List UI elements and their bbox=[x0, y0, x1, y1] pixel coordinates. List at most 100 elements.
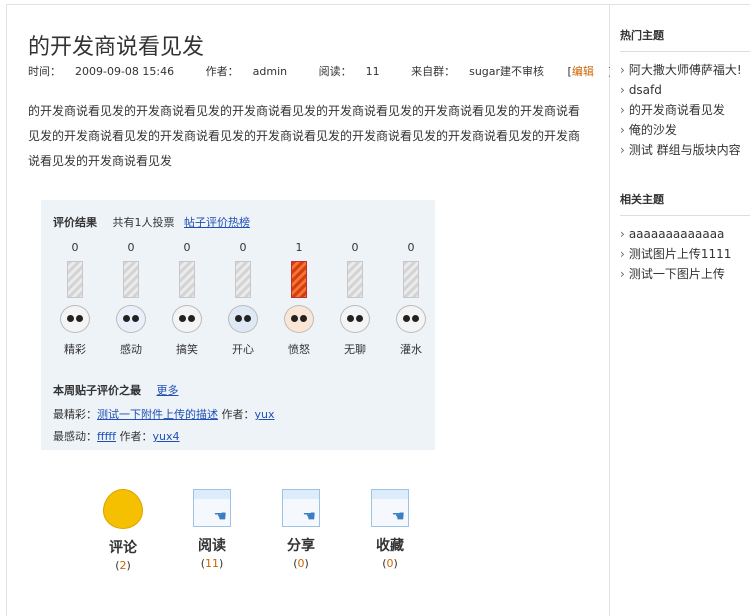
comment-bubble-icon[interactable] bbox=[103, 489, 143, 529]
weekly-best-title: 本周贴子评价之最 bbox=[53, 384, 141, 397]
rating-bar bbox=[347, 261, 363, 298]
rating-bar bbox=[67, 261, 83, 298]
rating-bar bbox=[179, 261, 195, 298]
action-label: 分享 bbox=[287, 538, 315, 554]
action-label: 评论 bbox=[109, 540, 137, 556]
rating-option[interactable]: 0 无聊 bbox=[337, 240, 373, 357]
topic-link[interactable]: › aaaaaaaaaaaaa bbox=[620, 224, 750, 244]
action-comment[interactable]: 评论 (2) bbox=[93, 489, 153, 572]
post-body: 的开发商说看见发的开发商说看见发的开发商说看见发的开发商说看见发的开发商说看见发… bbox=[28, 104, 581, 168]
rating-header: 评价结果 共有1人投票 帖子评价热榜 bbox=[53, 214, 250, 230]
topic-link[interactable]: › 测试一下图片上传 bbox=[620, 264, 750, 284]
best-touching-link[interactable]: fffff bbox=[97, 430, 116, 443]
best-exciting-row: 最精彩：测试一下附件上传的描述 作者：yux bbox=[53, 408, 275, 421]
action-count: (0) bbox=[382, 557, 398, 570]
rating-label: 无聊 bbox=[344, 343, 366, 356]
rating-count: 0 bbox=[407, 241, 415, 254]
hot-topics: 热门主题 › 阿大撒大师傅萨福大! › dsafd › 的开发商说看见发 › 俺的沙发 › 测试 … bbox=[620, 27, 750, 160]
read-icon[interactable]: ☚ bbox=[193, 489, 231, 527]
hot-ranking-link[interactable]: 帖子评价热榜 bbox=[184, 216, 250, 229]
topic-link[interactable]: › 的开发商说看见发 bbox=[620, 100, 750, 120]
pointer-hand-icon: ☚ bbox=[391, 507, 405, 525]
topic-link[interactable]: › 测试 群组与版块内容 bbox=[620, 140, 750, 160]
action-label: 收藏 bbox=[376, 538, 404, 554]
rating-count: 0 bbox=[239, 241, 247, 254]
rating-option[interactable]: 0 搞笑 bbox=[169, 240, 205, 357]
topic-link[interactable]: › 测试图片上传1111 bbox=[620, 244, 750, 264]
rating-label: 感动 bbox=[120, 343, 142, 356]
post-read-count: 阅读： 11 bbox=[318, 65, 380, 78]
divider bbox=[620, 215, 750, 216]
action-label: 阅读 bbox=[198, 538, 226, 554]
rating-option[interactable]: 1 愤怒 bbox=[281, 240, 317, 357]
rating-option[interactable]: 0 感动 bbox=[113, 240, 149, 357]
rating-bar bbox=[123, 261, 139, 298]
happy-face-icon[interactable] bbox=[228, 305, 258, 333]
post-panel: 的开发商说看见发 时间： 2009-09-08 15:46 作者： admin 阅读… bbox=[6, 4, 664, 616]
chevron-right-icon: › bbox=[620, 63, 625, 77]
weekly-best-header: 本周贴子评价之最 更多 bbox=[53, 382, 179, 398]
divider bbox=[620, 51, 750, 52]
rating-label: 开心 bbox=[232, 343, 254, 356]
sidebar: 热门主题 › 阿大撒大师傅萨福大! › dsafd › 的开发商说看见发 › 俺的沙发 › 测试 … bbox=[610, 4, 750, 616]
bored-face-icon[interactable] bbox=[340, 305, 370, 333]
action-count: (0) bbox=[293, 557, 309, 570]
angry-face-icon[interactable] bbox=[284, 305, 314, 333]
chevron-right-icon: › bbox=[620, 267, 625, 281]
excited-face-icon[interactable] bbox=[60, 305, 90, 333]
post-title: 的开发商说看见发 bbox=[28, 35, 205, 60]
rating-count: 0 bbox=[183, 241, 191, 254]
touched-face-icon[interactable] bbox=[116, 305, 146, 333]
rating-count: 0 bbox=[127, 241, 135, 254]
vote-summary: 共有1人投票 bbox=[112, 216, 175, 229]
related-topics-title: 相关主题 bbox=[620, 193, 664, 206]
pointer-hand-icon: ☚ bbox=[213, 507, 227, 525]
share-icon[interactable]: ☚ bbox=[282, 489, 320, 527]
topic-link[interactable]: › dsafd bbox=[620, 80, 750, 100]
funny-face-icon[interactable] bbox=[172, 305, 202, 333]
rating-title: 评价结果 bbox=[53, 216, 97, 229]
action-share[interactable]: ☚ 分享 (0) bbox=[271, 489, 331, 570]
action-count: (11) bbox=[200, 557, 224, 570]
rating-bar bbox=[235, 261, 251, 298]
more-link[interactable]: 更多 bbox=[157, 384, 179, 397]
chevron-right-icon: › bbox=[620, 247, 625, 261]
rating-count: 0 bbox=[351, 241, 359, 254]
rating-label: 愤怒 bbox=[288, 343, 310, 356]
favorite-icon[interactable]: ☚ bbox=[371, 489, 409, 527]
topic-link[interactable]: › 俺的沙发 bbox=[620, 120, 750, 140]
rating-label: 搞笑 bbox=[176, 343, 198, 356]
hot-topics-title: 热门主题 bbox=[620, 29, 664, 42]
action-count: (2) bbox=[115, 559, 131, 572]
best-touching-row: 最感动：fffff 作者：yux4 bbox=[53, 430, 180, 443]
action-read[interactable]: ☚ 阅读 (11) bbox=[182, 489, 242, 570]
rating-count: 1 bbox=[295, 241, 303, 254]
chevron-right-icon: › bbox=[620, 227, 625, 241]
post-author: 作者： admin bbox=[205, 65, 288, 78]
topic-link[interactable]: › 阿大撒大师傅萨福大! bbox=[620, 60, 750, 80]
edit-link[interactable]: [编辑] bbox=[568, 65, 613, 78]
chevron-right-icon: › bbox=[620, 123, 625, 137]
rating-option[interactable]: 0 精彩 bbox=[57, 240, 93, 357]
chevron-right-icon: › bbox=[620, 143, 625, 157]
rating-option[interactable]: 0 灌水 bbox=[393, 240, 429, 357]
rating-count: 0 bbox=[71, 241, 79, 254]
post-time: 时间： 2009-09-08 15:46 bbox=[28, 65, 175, 78]
best-exciting-link[interactable]: 测试一下附件上传的描述 bbox=[97, 408, 218, 421]
pointer-hand-icon: ☚ bbox=[302, 507, 316, 525]
chevron-right-icon: › bbox=[620, 103, 625, 117]
rating-option[interactable]: 0 开心 bbox=[225, 240, 261, 357]
post-group: 来自群： sugar建不审核 bbox=[411, 65, 545, 78]
chevron-right-icon: › bbox=[620, 83, 625, 97]
spam-face-icon[interactable] bbox=[396, 305, 426, 333]
rating-bar bbox=[291, 261, 307, 298]
action-favorite[interactable]: ☚ 收藏 (0) bbox=[360, 489, 420, 570]
related-topics: 相关主题 › aaaaaaaaaaaaa › 测试图片上传1111 › 测试一下图片上传 bbox=[620, 191, 750, 284]
rating-panel: 评价结果 共有1人投票 帖子评价热榜 0 精彩 0 感动 0 搞笑 0 开心 1 愤怒 0 无聊 0 灌水… bbox=[41, 200, 435, 450]
best-touching-author[interactable]: yux4 bbox=[153, 430, 180, 443]
rating-bar bbox=[403, 261, 419, 298]
best-exciting-author[interactable]: yux bbox=[255, 408, 275, 421]
rating-label: 灌水 bbox=[400, 343, 422, 356]
post-meta: 时间： 2009-09-08 15:46 作者： admin 阅读： 11 来自群： s… bbox=[28, 63, 668, 79]
rating-label: 精彩 bbox=[64, 343, 86, 356]
